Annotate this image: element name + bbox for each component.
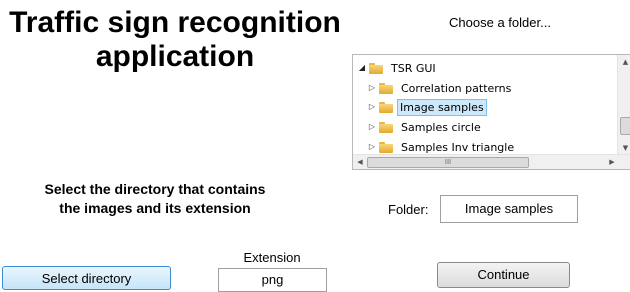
horizontal-scrollbar[interactable]: ◀ III ▶ xyxy=(353,154,630,169)
scroll-right-arrow-icon[interactable]: ▶ xyxy=(605,155,619,169)
tree-item-image-samples[interactable]: ▷ Image samples xyxy=(367,98,487,116)
expand-arrow-icon[interactable]: ▷ xyxy=(367,138,377,155)
vertical-scroll-thumb[interactable] xyxy=(620,117,630,135)
folder-label: Folder: xyxy=(388,202,429,217)
instructions-line2: the images and its extension xyxy=(59,200,251,216)
tree-item-label: Image samples xyxy=(397,98,487,116)
folder-icon xyxy=(379,82,393,94)
folder-tree[interactable]: ◢ TSR GUI ▷ Correlation patterns ▷ Image… xyxy=(352,54,630,170)
folder-icon xyxy=(379,101,393,113)
app-title-line2: application xyxy=(95,40,255,73)
instructions-text: Select the directory that contains the i… xyxy=(0,180,310,218)
instructions-line1: Select the directory that contains xyxy=(44,181,266,197)
extension-field[interactable]: png xyxy=(218,268,327,292)
expand-arrow-icon[interactable]: ▷ xyxy=(367,118,377,136)
expand-arrow-icon[interactable]: ▷ xyxy=(367,98,377,116)
tree-item-label: Samples Inv triangle xyxy=(401,140,515,154)
continue-button[interactable]: Continue xyxy=(437,262,570,288)
scroll-up-arrow-icon[interactable]: ▲ xyxy=(618,55,630,69)
folder-icon xyxy=(379,121,393,133)
horizontal-scroll-thumb[interactable]: III xyxy=(367,157,529,168)
expand-arrow-icon[interactable]: ▷ xyxy=(367,79,377,97)
tree-item-samples-inv-triangle[interactable]: ▷ Samples Inv triangle xyxy=(367,138,518,155)
scroll-left-arrow-icon[interactable]: ◀ xyxy=(353,155,367,169)
tree-item-label: Samples circle xyxy=(401,120,481,134)
tree-item-correlation-patterns[interactable]: ▷ Correlation patterns xyxy=(367,79,515,97)
tree-item-label: TSR GUI xyxy=(391,61,436,75)
scroll-down-arrow-icon[interactable]: ▼ xyxy=(618,141,630,155)
select-directory-button[interactable]: Select directory xyxy=(2,266,171,290)
tree-item-label: Correlation patterns xyxy=(401,81,512,95)
folder-icon xyxy=(369,62,383,74)
extension-label: Extension xyxy=(243,250,301,265)
app-title-line1: Traffic sign recognition xyxy=(9,6,341,39)
tree-item-samples-circle[interactable]: ▷ Samples circle xyxy=(367,118,485,136)
vertical-scrollbar[interactable]: ▲ ▼ xyxy=(617,55,630,155)
collapse-arrow-icon[interactable]: ◢ xyxy=(357,59,367,77)
folder-icon xyxy=(379,141,393,153)
choose-folder-prompt: Choose a folder... xyxy=(449,15,551,30)
app-title: Traffic sign recognition application xyxy=(0,6,350,74)
folder-field[interactable]: Image samples xyxy=(440,195,578,223)
tree-item-root[interactable]: ◢ TSR GUI xyxy=(357,59,440,77)
folder-tree-viewport: ◢ TSR GUI ▷ Correlation patterns ▷ Image… xyxy=(353,55,618,155)
